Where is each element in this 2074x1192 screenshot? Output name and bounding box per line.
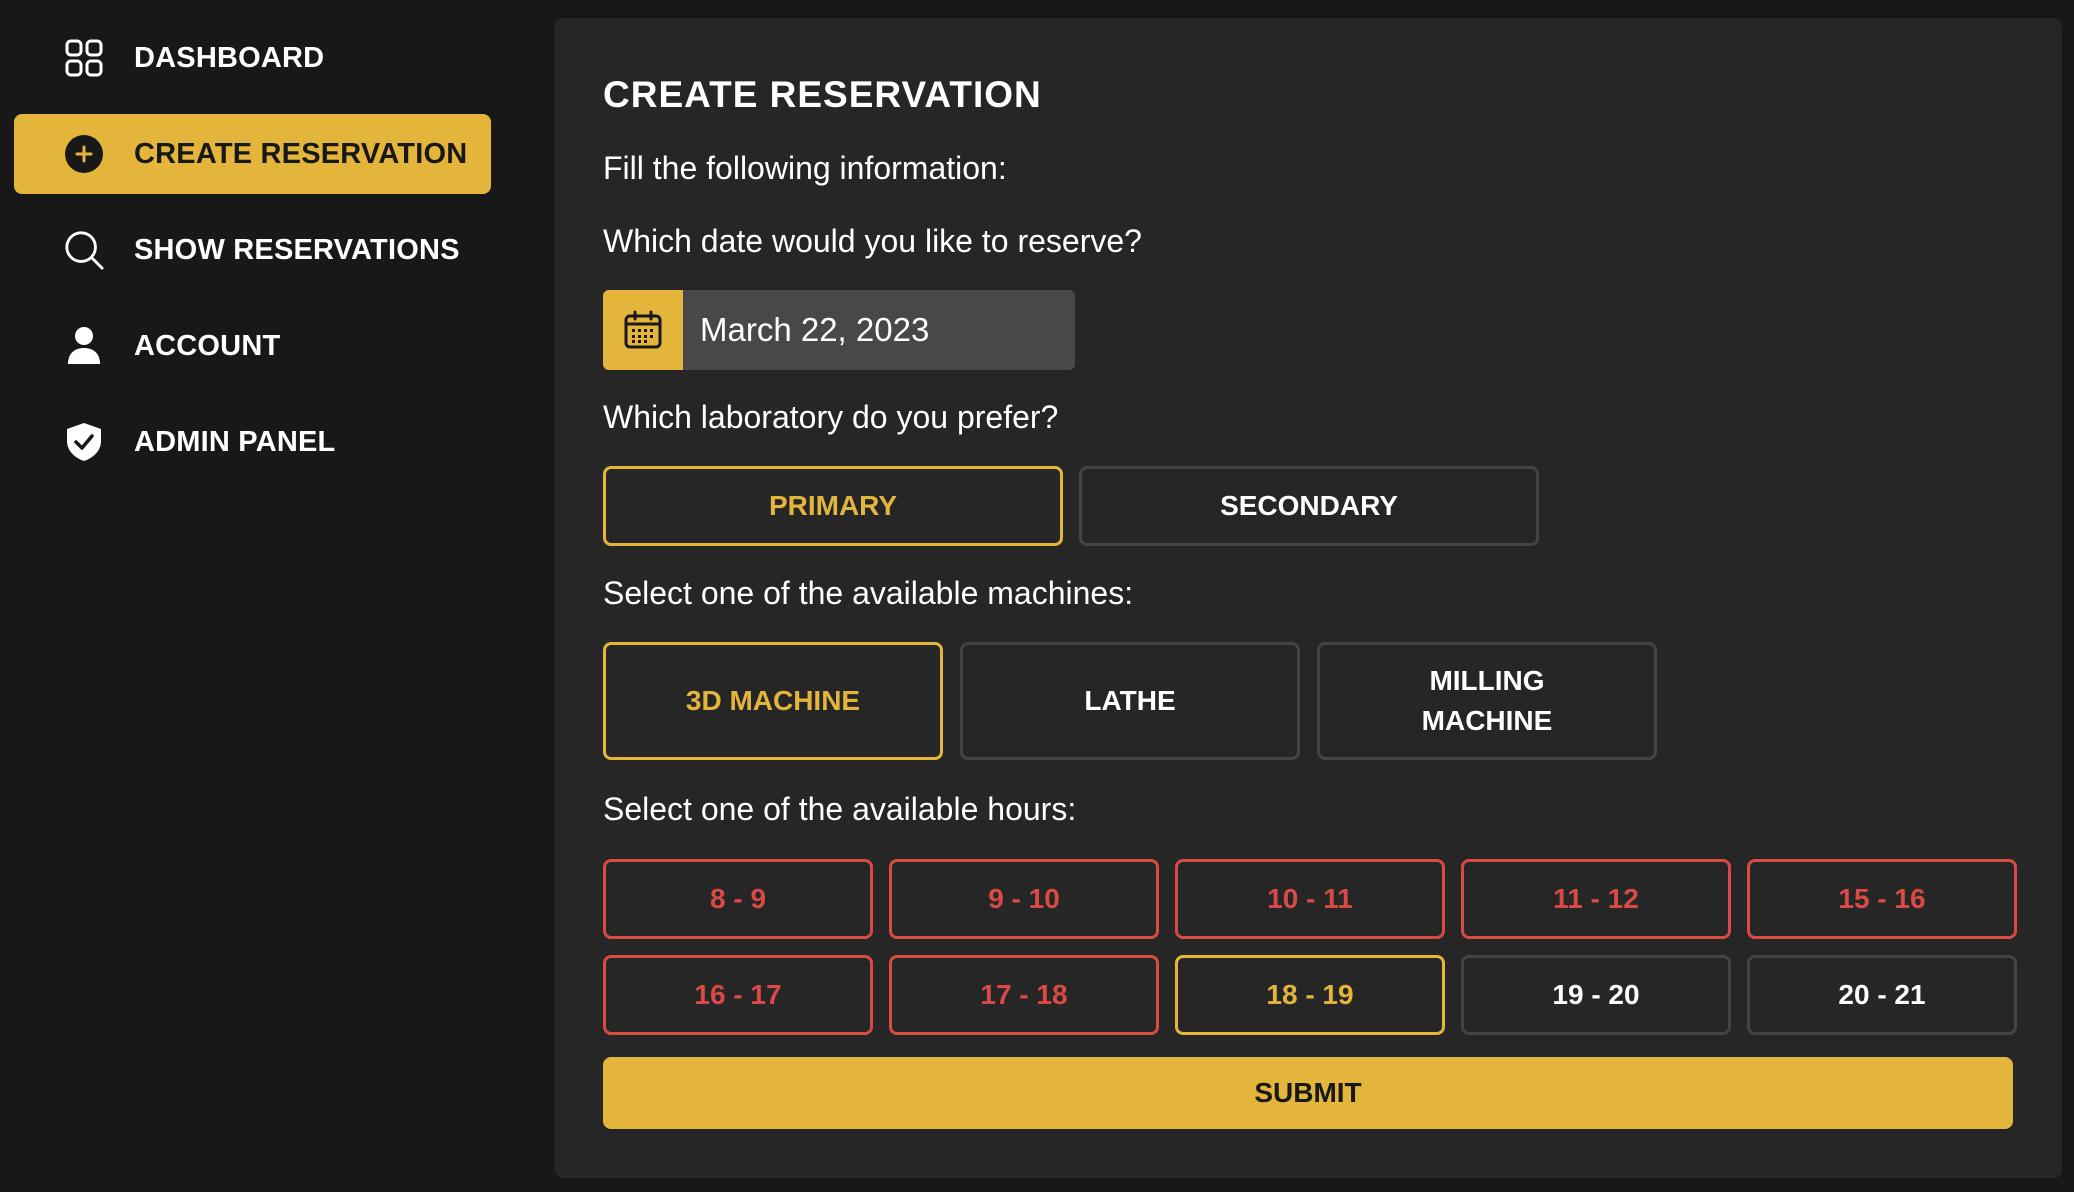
sidebar-item-label: DASHBOARD [134, 41, 325, 74]
machine-option-lathe[interactable]: LATHE [960, 642, 1300, 760]
date-picker[interactable]: March 22, 2023 [603, 290, 1075, 370]
lab-option-primary[interactable]: PRIMARY [603, 466, 1063, 546]
date-question: Which date would you like to reserve? [603, 223, 1142, 259]
calendar-icon[interactable] [603, 290, 683, 370]
sidebar-item-label: SHOW RESERVATIONS [134, 233, 460, 266]
sidebar-item-label: ACCOUNT [134, 329, 281, 362]
hour-slot-15-16[interactable]: 15 - 16 [1747, 859, 2017, 939]
hour-slot-9-10[interactable]: 9 - 10 [889, 859, 1159, 939]
dashboard-grid-icon [64, 38, 104, 78]
hour-slot-18-19[interactable]: 18 - 19 [1175, 955, 1445, 1035]
reservation-form-panel: CREATE RESERVATION Fill the following in… [555, 18, 2062, 1178]
hour-slot-11-12[interactable]: 11 - 12 [1461, 859, 1731, 939]
hour-slot-19-20[interactable]: 19 - 20 [1461, 955, 1731, 1035]
machine-option-milling-machine[interactable]: MILLING MACHINE [1317, 642, 1657, 760]
sidebar-item-show-reservations[interactable]: SHOW RESERVATIONS [14, 210, 491, 290]
plus-circle-icon [64, 134, 104, 174]
machine-question: Select one of the available machines: [603, 575, 1134, 611]
sidebar-item-label: ADMIN PANEL [134, 425, 336, 458]
hour-slot-17-18[interactable]: 17 - 18 [889, 955, 1159, 1035]
sidebar: DASHBOARD CREATE RESERVATION SHOW RESERV… [0, 0, 550, 1192]
lab-question: Which laboratory do you prefer? [603, 399, 1059, 435]
sidebar-item-dashboard[interactable]: DASHBOARD [14, 18, 491, 98]
sidebar-item-create-reservation[interactable]: CREATE RESERVATION [14, 114, 491, 194]
form-intro: Fill the following information: [603, 150, 1007, 186]
hour-slot-10-11[interactable]: 10 - 11 [1175, 859, 1445, 939]
sidebar-item-admin-panel[interactable]: ADMIN PANEL [14, 402, 491, 482]
hour-slot-20-21[interactable]: 20 - 21 [1747, 955, 2017, 1035]
machine-option-3d-machine[interactable]: 3D MACHINE [603, 642, 943, 760]
hour-question: Select one of the available hours: [603, 791, 1077, 827]
sidebar-item-account[interactable]: ACCOUNT [14, 306, 491, 386]
page-title: CREATE RESERVATION [603, 74, 1042, 115]
sidebar-item-label: CREATE RESERVATION [134, 137, 468, 170]
hour-slot-16-17[interactable]: 16 - 17 [603, 955, 873, 1035]
search-icon [64, 230, 104, 270]
hour-slot-8-9[interactable]: 8 - 9 [603, 859, 873, 939]
date-input-value[interactable]: March 22, 2023 [700, 311, 929, 349]
user-icon [64, 326, 104, 366]
shield-check-icon [64, 422, 104, 462]
lab-option-secondary[interactable]: SECONDARY [1079, 466, 1539, 546]
submit-button[interactable]: SUBMIT [603, 1057, 2013, 1129]
